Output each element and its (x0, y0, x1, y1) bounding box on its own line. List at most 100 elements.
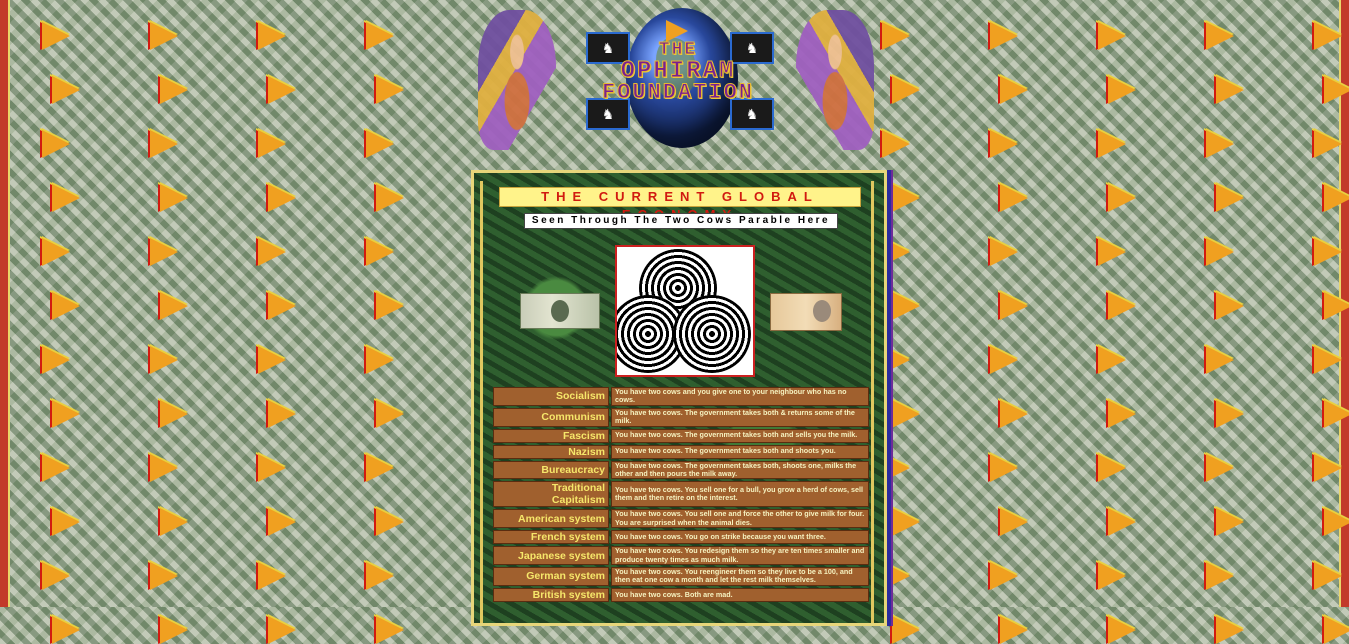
triangle-pattern-icon (366, 454, 394, 482)
system-description: You have two cows. The government takes … (611, 407, 869, 427)
system-name: Socialism (493, 387, 609, 406)
triangle-pattern-icon (52, 616, 80, 644)
triangle-pattern-icon (892, 400, 920, 428)
triangle-pattern-icon (1216, 76, 1244, 104)
triangle-pattern-icon (160, 292, 188, 320)
triangle-pattern-icon (1324, 616, 1349, 644)
triangle-pattern-icon (1000, 400, 1028, 428)
triangle-pattern-icon (42, 454, 70, 482)
triangle-pattern-icon (1000, 184, 1028, 212)
right-border (1339, 0, 1349, 607)
system-description: You have two cows. The government takes … (611, 444, 869, 459)
triangle-pattern-icon (1314, 238, 1342, 266)
triangle-pattern-icon (1314, 130, 1342, 158)
triangle-pattern-icon (1206, 454, 1234, 482)
triangle-pattern-icon (376, 616, 404, 644)
triangle-pattern-icon (258, 346, 286, 374)
system-description: You have two cows and you give one to yo… (611, 387, 869, 406)
triangle-pattern-icon (1314, 22, 1342, 50)
triangle-pattern-icon (892, 292, 920, 320)
triangle-pattern-icon (1098, 130, 1126, 158)
system-description: You have two cows. You sell one for a bu… (611, 481, 869, 508)
triangle-pattern-icon (376, 292, 404, 320)
triangle-pattern-icon (258, 562, 286, 590)
triangle-pattern-icon (42, 562, 70, 590)
triangle-pattern-icon (160, 184, 188, 212)
triangle-pattern-icon (258, 238, 286, 266)
play-icon (666, 20, 688, 42)
site-logo[interactable]: ♞ ♞ ♞ ♞ THE OPHIRAM FOUNDATION (478, 6, 874, 154)
triangle-pattern-icon (1108, 184, 1136, 212)
triangle-pattern-icon (990, 238, 1018, 266)
triangle-pattern-icon (376, 184, 404, 212)
triangle-pattern-icon (1206, 22, 1234, 50)
triangle-pattern-icon (52, 292, 80, 320)
triangle-pattern-icon (150, 130, 178, 158)
triangle-pattern-icon (1314, 454, 1342, 482)
system-description: You have two cows. You redesign them so … (611, 546, 869, 566)
page-title: THE CURRENT GLOBAL ECONOMY (499, 187, 861, 222)
system-name: American system (493, 509, 609, 529)
triangle-pattern-icon (160, 400, 188, 428)
system-description: You have two cows. The government takes … (611, 460, 869, 480)
triangle-pattern-icon (1216, 508, 1244, 536)
triangle-pattern-icon (160, 616, 188, 644)
triangle-pattern-icon (1314, 562, 1342, 590)
triangle-pattern-icon (892, 508, 920, 536)
triangle-pattern-icon (258, 454, 286, 482)
triangle-pattern-icon (268, 76, 296, 104)
triangle-pattern-icon (366, 346, 394, 374)
table-row: Japanese system You have two cows. You re… (493, 546, 869, 566)
triangle-pattern-icon (990, 22, 1018, 50)
triangle-pattern-icon (52, 184, 80, 212)
triangle-pattern-icon (1000, 508, 1028, 536)
system-description: You have two cows. Both are mad. (611, 587, 869, 602)
triangle-pattern-icon (42, 130, 70, 158)
triangle-pattern-icon (990, 130, 1018, 158)
triangle-pattern-icon (160, 76, 188, 104)
optical-illusion-image (615, 245, 755, 377)
triangle-pattern-icon (268, 292, 296, 320)
table-row: French system You have two cows. You go o… (493, 530, 869, 545)
table-row: American system You have two cows. You se… (493, 509, 869, 529)
triangle-pattern-icon (52, 400, 80, 428)
triangle-pattern-icon (150, 22, 178, 50)
triangle-pattern-icon (1108, 508, 1136, 536)
triangle-pattern-icon (366, 22, 394, 50)
triangle-pattern-icon (1206, 130, 1234, 158)
triangle-pattern-icon (160, 508, 188, 536)
system-description: You have two cows. You sell one and forc… (611, 509, 869, 529)
system-name: French system (493, 530, 609, 545)
triangle-pattern-icon (892, 76, 920, 104)
system-name: German system (493, 567, 609, 586)
system-name: Traditional Capitalism (493, 481, 609, 508)
triangle-pattern-icon (1314, 346, 1342, 374)
system-name: Bureaucracy (493, 460, 609, 480)
left-border (0, 0, 10, 607)
triangle-pattern-icon (1098, 22, 1126, 50)
table-row: Fascism You have two cows. The government… (493, 428, 869, 443)
triangle-pattern-icon (882, 22, 910, 50)
triangle-pattern-icon (1108, 616, 1136, 644)
system-name: Communism (493, 407, 609, 427)
system-name: British system (493, 587, 609, 602)
logo-text-the: THE (658, 40, 698, 61)
triangle-pattern-icon (892, 616, 920, 644)
triangle-pattern-icon (150, 346, 178, 374)
triangle-pattern-icon (150, 454, 178, 482)
triangle-pattern-icon (376, 508, 404, 536)
system-description: You have two cows. You go on strike beca… (611, 530, 869, 545)
table-row: Nazism You have two cows. The government … (493, 444, 869, 459)
triangle-pattern-icon (1216, 400, 1244, 428)
triangle-pattern-icon (1098, 346, 1126, 374)
angel-left-image (478, 10, 556, 150)
triangle-pattern-icon (1000, 76, 1028, 104)
table-row: Traditional Capitalism You have two cows.… (493, 481, 869, 508)
triangle-pattern-icon (150, 238, 178, 266)
triangle-pattern-icon (1098, 238, 1126, 266)
triangle-pattern-icon (1206, 346, 1234, 374)
triangle-pattern-icon (258, 22, 286, 50)
system-description: You have two cows. The government takes … (611, 428, 869, 443)
triangle-pattern-icon (42, 238, 70, 266)
triangle-pattern-icon (268, 184, 296, 212)
